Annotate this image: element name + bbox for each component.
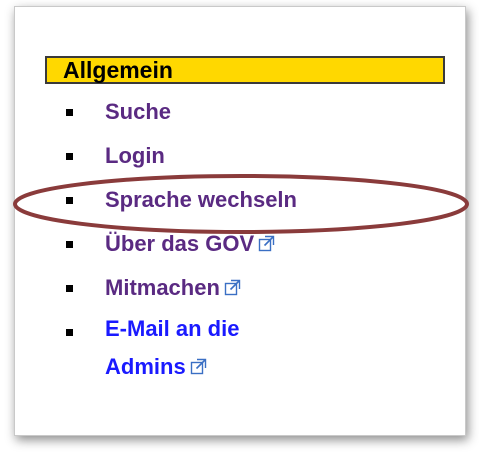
bullet-icon [66,329,73,336]
about-gov-link[interactable]: Über das GOV [105,231,275,256]
nav-item-search: Suche [45,90,445,134]
email-admins-label-line1: E-Mail an die [105,316,240,341]
bullet-icon [66,153,73,160]
about-gov-label: Über das GOV [105,231,255,256]
external-link-icon [190,358,206,374]
nav-list: Suche Login Sprache wechseln Über das GO… [45,90,445,386]
nav-item-about-gov: Über das GOV [45,222,445,266]
nav-box-general: Allgemein Suche Login Sprache wechseln Ü… [45,56,445,386]
search-link[interactable]: Suche [105,99,171,124]
external-link-icon [258,235,275,251]
email-admins-label-line2: Admins [105,354,186,379]
nav-item-login: Login [45,134,445,178]
bullet-icon [66,241,73,248]
contribute-label: Mitmachen [105,275,220,300]
email-admins-link[interactable]: E-Mail an die Admins [105,316,239,379]
login-link[interactable]: Login [105,143,165,168]
nav-item-email-admins: E-Mail an die Admins [45,310,445,386]
bullet-icon [66,285,73,292]
bullet-icon [66,197,73,204]
external-link-icon [224,279,241,295]
contribute-link[interactable]: Mitmachen [105,275,241,300]
change-language-link[interactable]: Sprache wechseln [105,187,297,212]
nav-item-contribute: Mitmachen [45,266,445,310]
bullet-icon [66,109,73,116]
nav-box-title: Allgemein [45,56,445,84]
nav-item-change-language: Sprache wechseln [45,178,445,222]
